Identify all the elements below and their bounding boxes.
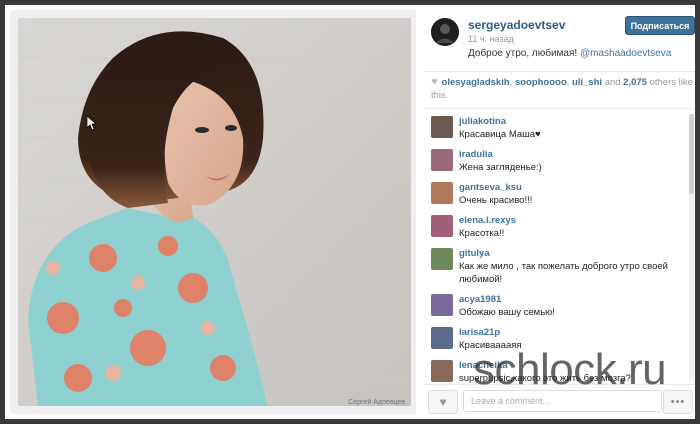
likes-count[interactable]: 2,075 — [623, 77, 647, 88]
comments-scrollbar[interactable] — [689, 114, 694, 380]
ellipsis-icon: ••• — [670, 396, 686, 408]
divider — [423, 108, 695, 109]
like-button[interactable]: ♥ — [428, 390, 458, 414]
mouse-cursor-icon — [87, 116, 97, 131]
likes-and: and — [604, 77, 621, 88]
commenter-avatar[interactable] — [431, 215, 453, 237]
liker-2[interactable]: soophoooo — [515, 77, 567, 88]
comment-text: Как же мило , так пожелать доброго утро … — [459, 261, 668, 285]
caption-text: Доброе утро, любимая! — [468, 48, 578, 59]
comment-username[interactable]: acya1981 — [459, 294, 501, 305]
comments-list: juliakotina Красавица Маша♥ iradulia Жен… — [423, 114, 688, 384]
comment-text: Красавица Маша♥ — [459, 129, 541, 140]
comment-username[interactable]: iradulia — [459, 149, 493, 160]
author-username[interactable]: sergeyadoevtsev — [468, 18, 565, 32]
liker-1[interactable]: olesyagladskih — [442, 77, 510, 88]
follow-button[interactable]: Подписаться — [625, 16, 695, 35]
more-options-button[interactable]: ••• — [663, 390, 693, 414]
comment-text: Красотка!! — [459, 228, 505, 239]
liker-3[interactable]: uli_shi — [572, 77, 602, 88]
author-avatar[interactable] — [431, 18, 459, 46]
comment-text: Обожаю вашу семью! — [459, 307, 555, 318]
heart-icon: ♥ — [431, 76, 438, 88]
commenter-avatar[interactable] — [431, 327, 453, 349]
comment-username[interactable]: gitulya — [459, 248, 490, 259]
caption-mention[interactable]: @mashaadoevtseva — [580, 48, 671, 59]
post-caption: Доброе утро, любимая! @mashaadoevtseva — [468, 48, 671, 59]
photo-credit: Сергей Адоевцев — [348, 399, 405, 406]
post-viewer: Сергей Адоевцев sergeyadoevtsev 11 ч. на… — [5, 5, 695, 419]
comment-text: Очень красиво!!! — [459, 195, 533, 206]
watermark: schlock.ru — [473, 345, 667, 394]
post-photo[interactable]: Сергей Адоевцев — [18, 18, 411, 406]
commenter-avatar[interactable] — [431, 248, 453, 270]
commenter-avatar[interactable] — [431, 149, 453, 171]
heart-icon: ♥ — [439, 395, 447, 409]
commenter-avatar[interactable] — [431, 116, 453, 138]
commenter-avatar[interactable] — [431, 360, 453, 382]
comment-username[interactable]: gantseva_ksu — [459, 182, 522, 193]
photo-area: Сергей Адоевцев — [10, 10, 416, 414]
comment-username[interactable]: larisa21p — [459, 327, 500, 338]
commenter-avatar[interactable] — [431, 182, 453, 204]
likes-summary: ♥ olesyagladskih, soophoooo, uli_shi and … — [431, 76, 693, 101]
comment-text: Жена загляденье:) — [459, 162, 542, 173]
divider — [423, 71, 695, 72]
post-header: sergeyadoevtsev 11 ч. назад Доброе утро,… — [423, 10, 695, 70]
window-frame: Сергей Адоевцев sergeyadoevtsev 11 ч. на… — [0, 0, 700, 424]
scrollbar-thumb[interactable] — [689, 114, 694, 194]
post-timestamp: 11 ч. назад — [468, 34, 514, 44]
comment-username[interactable]: juliakotina — [459, 116, 506, 127]
comment-username[interactable]: elena.l.rexys — [459, 215, 516, 226]
commenter-avatar[interactable] — [431, 294, 453, 316]
